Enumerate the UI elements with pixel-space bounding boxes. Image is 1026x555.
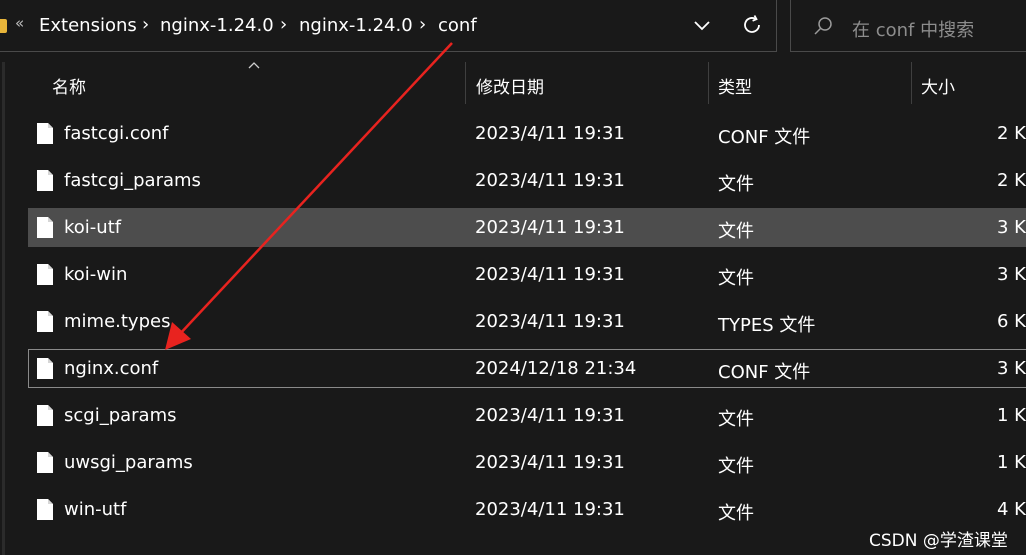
breadcrumb-separator[interactable]: › [142, 14, 149, 35]
file-name: fastcgi.conf [64, 123, 169, 144]
file-name: koi-win [64, 264, 128, 285]
file-row[interactable]: mime.types 2023/4/11 19:31 TYPES 文件 6 K [28, 302, 1026, 341]
file-modified: 2023/4/11 19:31 [475, 264, 625, 285]
refresh-icon[interactable] [740, 13, 764, 37]
file-type: 文件 [718, 503, 754, 524]
file-modified: 2023/4/11 19:31 [475, 170, 625, 191]
breadcrumb-conf[interactable]: conf [438, 15, 477, 36]
file-type: 文件 [718, 174, 754, 195]
file-icon [37, 170, 53, 191]
breadcrumb-nginx-child[interactable]: nginx-1.24.0 [299, 15, 413, 36]
file-type: 文件 [718, 456, 754, 477]
file-size: 2 K [997, 123, 1026, 144]
column-header-name[interactable]: 名称 [52, 73, 86, 98]
breadcrumb-overflow-button[interactable]: « [15, 14, 24, 32]
file-icon [37, 264, 53, 285]
file-row[interactable]: uwsgi_params 2023/4/11 19:31 文件 1 K [28, 443, 1026, 482]
file-row-focused[interactable]: nginx.conf 2024/12/18 21:34 CONF 文件 3 K [28, 349, 1026, 388]
file-row[interactable]: win-utf 2023/4/11 19:31 文件 4 K [28, 490, 1026, 529]
file-size: 6 K [997, 311, 1026, 332]
file-type: 文件 [718, 221, 754, 242]
file-modified: 2023/4/11 19:31 [475, 311, 625, 332]
file-name: win-utf [64, 499, 127, 520]
column-divider[interactable] [911, 62, 912, 104]
file-size: 3 K [997, 217, 1026, 238]
file-name: fastcgi_params [64, 170, 201, 191]
search-box[interactable]: 在 conf 中搜索 [790, 0, 1026, 52]
file-type: 文件 [718, 409, 754, 430]
file-type: TYPES 文件 [718, 315, 816, 336]
file-type: 文件 [718, 268, 754, 289]
file-row[interactable]: fastcgi.conf 2023/4/11 19:31 CONF 文件 2 K [28, 114, 1026, 153]
breadcrumb-separator[interactable]: › [419, 14, 426, 35]
search-icon [814, 17, 832, 35]
file-icon [37, 217, 53, 238]
navigation-pane-scrollbar[interactable] [0, 62, 6, 555]
file-icon [37, 123, 53, 144]
file-modified: 2023/4/11 19:31 [475, 499, 625, 520]
chevron-down-icon[interactable] [690, 14, 714, 38]
file-row[interactable]: koi-win 2023/4/11 19:31 文件 3 K [28, 255, 1026, 294]
scrollbar-thumb[interactable] [2, 62, 5, 555]
file-size: 3 K [997, 358, 1026, 379]
column-header-type[interactable]: 类型 [718, 73, 752, 98]
file-modified: 2023/4/11 19:31 [475, 405, 625, 426]
address-bar[interactable]: « Extensions › nginx-1.24.0 › nginx-1.24… [0, 0, 777, 52]
file-size: 1 K [997, 405, 1026, 426]
folder-icon [0, 19, 7, 33]
column-divider[interactable] [465, 62, 466, 104]
sort-ascending-icon [248, 62, 260, 69]
file-type: CONF 文件 [718, 362, 811, 383]
file-row[interactable]: scgi_params 2023/4/11 19:31 文件 1 K [28, 396, 1026, 435]
file-icon [37, 405, 53, 426]
column-divider[interactable] [708, 62, 709, 104]
column-header-size[interactable]: 大小 [921, 73, 955, 98]
csdn-watermark: CSDN @学渣课堂 [869, 531, 1008, 551]
file-modified: 2023/4/11 19:31 [475, 123, 625, 144]
file-size: 4 K [997, 499, 1026, 520]
column-header-modified[interactable]: 修改日期 [476, 73, 544, 98]
file-name: nginx.conf [64, 358, 159, 379]
file-row[interactable]: fastcgi_params 2023/4/11 19:31 文件 2 K [28, 161, 1026, 200]
file-icon [37, 452, 53, 473]
file-name: uwsgi_params [64, 452, 193, 473]
file-modified: 2023/4/11 19:31 [475, 452, 625, 473]
file-icon [37, 311, 53, 332]
file-icon [37, 499, 53, 520]
breadcrumb-separator[interactable]: › [280, 14, 287, 35]
breadcrumb-nginx-parent[interactable]: nginx-1.24.0 [160, 15, 274, 36]
file-size: 1 K [997, 452, 1026, 473]
file-icon [37, 358, 53, 379]
search-input[interactable]: 在 conf 中搜索 [852, 16, 974, 42]
file-name: koi-utf [64, 217, 122, 238]
file-type: CONF 文件 [718, 127, 811, 148]
file-size: 2 K [997, 170, 1026, 191]
file-modified: 2023/4/11 19:31 [475, 217, 625, 238]
file-modified: 2024/12/18 21:34 [475, 358, 637, 379]
file-name: scgi_params [64, 405, 177, 426]
file-size: 3 K [997, 264, 1026, 285]
breadcrumb-extensions[interactable]: Extensions [39, 15, 137, 36]
file-row-hovered[interactable]: koi-utf 2023/4/11 19:31 文件 3 K [28, 208, 1026, 247]
file-name: mime.types [64, 311, 171, 332]
